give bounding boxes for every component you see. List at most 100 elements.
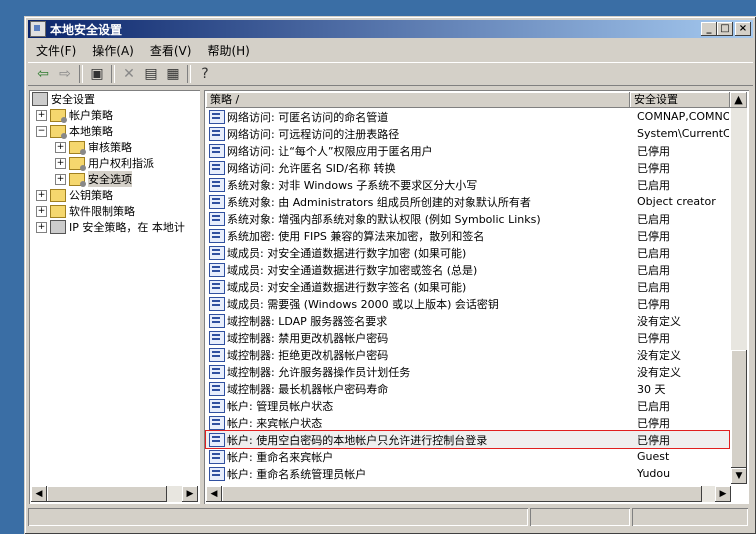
policy-icon xyxy=(209,313,225,328)
policy-row[interactable]: 网络访问: 可匿名访问的命名管道 COMNAP,COMNODE, xyxy=(206,108,729,125)
policy-setting: 已启用 xyxy=(637,246,670,260)
expand-icon[interactable]: + xyxy=(36,221,47,233)
policy-row[interactable]: 帐户: 重命名系统管理员帐户 Yudou xyxy=(206,465,729,482)
policy-row[interactable]: 域控制器: 禁用更改机器帐户密码 已停用 xyxy=(206,329,729,346)
policy-name: 帐户: 使用空白密码的本地帐户只允许进行控制台登录 xyxy=(227,433,488,447)
policy-row[interactable]: 网络访问: 可远程访问的注册表路径 System\CurrentC xyxy=(206,125,729,142)
policy-row[interactable]: 系统对象: 对非 Windows 子系统不要求区分大小写 已启用 xyxy=(206,176,729,193)
expand-icon[interactable]: + xyxy=(55,157,66,169)
policy-row[interactable]: 网络访问: 让“每个人”权限应用于匿名用户 已停用 xyxy=(206,142,729,159)
collapse-icon[interactable]: − xyxy=(36,125,47,137)
scroll-up-button[interactable]: ▲ xyxy=(730,92,747,108)
list-vertical-scrollbar[interactable]: ▼ xyxy=(731,108,747,484)
column-header-policy[interactable]: 策略 / xyxy=(206,92,630,108)
help-button[interactable]: ? xyxy=(194,64,216,84)
menu-view[interactable]: 查看(V) xyxy=(142,42,200,59)
policy-row[interactable]: 网络访问: 允许匿名 SID/名称 转换 已停用 xyxy=(206,159,729,176)
back-button[interactable]: ⇦ xyxy=(32,64,54,84)
tree-item-local-policy[interactable]: − 本地策略 xyxy=(36,123,113,139)
folder-icon xyxy=(50,204,66,218)
policy-row[interactable]: 帐户: 重命名来宾帐户 Guest xyxy=(206,448,729,465)
properties-button[interactable]: ▤ xyxy=(140,64,162,84)
policy-row[interactable]: 域成员: 对安全通道数据进行数字加密 (如果可能) 已启用 xyxy=(206,244,729,261)
scroll-right-button[interactable]: ▶ xyxy=(715,486,731,502)
maximize-button[interactable]: □ xyxy=(717,22,733,36)
scroll-left-button[interactable]: ◀ xyxy=(31,486,47,502)
policy-row[interactable]: 域控制器: 最长机器帐户密码寿命 30 天 xyxy=(206,380,729,397)
scroll-right-button[interactable]: ▶ xyxy=(182,486,198,502)
delete-button[interactable]: ✕ xyxy=(118,64,140,84)
scroll-thumb[interactable] xyxy=(222,486,702,502)
policy-row[interactable]: 域控制器: 允许服务器操作员计划任务 没有定义 xyxy=(206,363,729,380)
export-icon: ▦ xyxy=(166,66,180,82)
expand-icon[interactable]: + xyxy=(36,109,47,121)
expand-icon[interactable]: + xyxy=(36,205,47,217)
policy-row[interactable]: 系统加密: 使用 FIPS 兼容的算法来加密，散列和签名 已停用 xyxy=(206,227,729,244)
policy-name: 域控制器: 允许服务器操作员计划任务 xyxy=(227,365,411,379)
policy-setting: 已停用 xyxy=(637,433,670,447)
policy-icon xyxy=(209,466,225,481)
policy-setting: 已启用 xyxy=(637,263,670,277)
policy-icon xyxy=(209,262,225,277)
tree-label: 审核策略 xyxy=(88,141,132,154)
export-list-button[interactable]: ▦ xyxy=(162,64,184,84)
policy-row[interactable]: 域控制器: 拒绝更改机器帐户密码 没有定义 xyxy=(206,346,729,363)
folder-icon xyxy=(69,140,86,155)
expand-icon[interactable]: + xyxy=(55,173,66,185)
policy-icon xyxy=(209,398,225,413)
tree-item-public-key[interactable]: + 公钥策略 xyxy=(36,187,113,203)
policy-setting: 已停用 xyxy=(637,331,670,345)
policy-icon xyxy=(209,347,225,362)
menu-help[interactable]: 帮助(H) xyxy=(199,42,257,59)
tree-label: 帐户策略 xyxy=(69,109,113,122)
policy-icon xyxy=(209,109,225,124)
policy-row[interactable]: 帐户: 来宾帐户状态 已停用 xyxy=(206,414,729,431)
help-icon: ? xyxy=(201,66,209,82)
tree-label: 本地策略 xyxy=(69,125,113,138)
policy-row[interactable]: 域成员: 对安全通道数据进行数字加密或签名 (总是) 已启用 xyxy=(206,261,729,278)
policy-row[interactable]: 域成员: 对安全通道数据进行数字签名 (如果可能) 已启用 xyxy=(206,278,729,295)
title-bar[interactable]: 本地安全设置 _ □ × xyxy=(28,20,753,38)
scroll-thumb[interactable] xyxy=(47,486,167,502)
close-button[interactable]: × xyxy=(735,22,751,36)
up-level-button[interactable]: ▣ xyxy=(86,64,108,84)
tree-item-user-rights[interactable]: + 用户权利指派 xyxy=(55,155,154,171)
policy-row[interactable]: 域控制器: LDAP 服务器签名要求 没有定义 xyxy=(206,312,729,329)
tree-item-software-restriction[interactable]: + 软件限制策略 xyxy=(36,203,135,219)
expand-icon[interactable]: + xyxy=(55,141,66,153)
policy-setting: 已停用 xyxy=(637,161,670,175)
policy-setting: 已启用 xyxy=(637,178,670,192)
expand-icon[interactable]: + xyxy=(36,189,47,201)
policy-row[interactable]: 系统对象: 由 Administrators 组成员所创建的对象默认所有者 Obj… xyxy=(206,193,729,210)
policy-name: 系统对象: 对非 Windows 子系统不要求区分大小写 xyxy=(227,178,478,192)
policy-row[interactable]: 域成员: 需要强 (Windows 2000 或以上版本) 会话密钥 已停用 xyxy=(206,295,729,312)
policy-row[interactable]: 帐户: 管理员帐户状态 已启用 xyxy=(206,397,729,414)
policy-name: 域成员: 对安全通道数据进行数字加密 (如果可能) xyxy=(227,246,467,260)
policy-setting: Yudou xyxy=(637,467,671,480)
menu-action[interactable]: 操作(A) xyxy=(84,42,142,59)
scroll-thumb[interactable] xyxy=(731,350,747,468)
status-panel xyxy=(530,508,630,526)
policy-row[interactable]: 系统对象: 增强内部系统对象的默认权限 (例如 Symbolic Links) 已… xyxy=(206,210,729,227)
tree-horizontal-scrollbar[interactable]: ◀ ▶ xyxy=(31,486,198,502)
tree-item-account-policy[interactable]: + 帐户策略 xyxy=(36,107,113,123)
minimize-button[interactable]: _ xyxy=(701,22,717,36)
tree-item-audit-policy[interactable]: + 审核策略 xyxy=(55,139,132,155)
policy-row[interactable]: 帐户: 使用空白密码的本地帐户只允许进行控制台登录 已停用 xyxy=(205,430,730,449)
policy-icon xyxy=(209,245,225,260)
policy-setting: 已停用 xyxy=(637,416,670,430)
toolbar: ⇦ ⇨ ▣ ✕ ▤ ▦ ? xyxy=(28,62,753,86)
folder-icon xyxy=(69,172,86,187)
list-horizontal-scrollbar[interactable]: ◀ ▶ xyxy=(206,486,731,502)
status-panel xyxy=(632,508,748,526)
policy-setting: 没有定义 xyxy=(637,365,681,379)
scroll-left-button[interactable]: ◀ xyxy=(206,486,222,502)
column-header-setting[interactable]: 安全设置 xyxy=(630,92,730,108)
tree-item-security-options[interactable]: + 安全选项 xyxy=(55,171,132,187)
scroll-down-button[interactable]: ▼ xyxy=(731,468,747,484)
menu-file[interactable]: 文件(F) xyxy=(28,42,84,59)
forward-button[interactable]: ⇨ xyxy=(54,64,76,84)
policy-setting: COMNAP,COMNODE, xyxy=(637,110,729,123)
tree-item-ip-security[interactable]: + IP 安全策略，在 本地计 xyxy=(36,219,185,235)
tree-item-root[interactable]: 安全设置 xyxy=(32,91,95,107)
